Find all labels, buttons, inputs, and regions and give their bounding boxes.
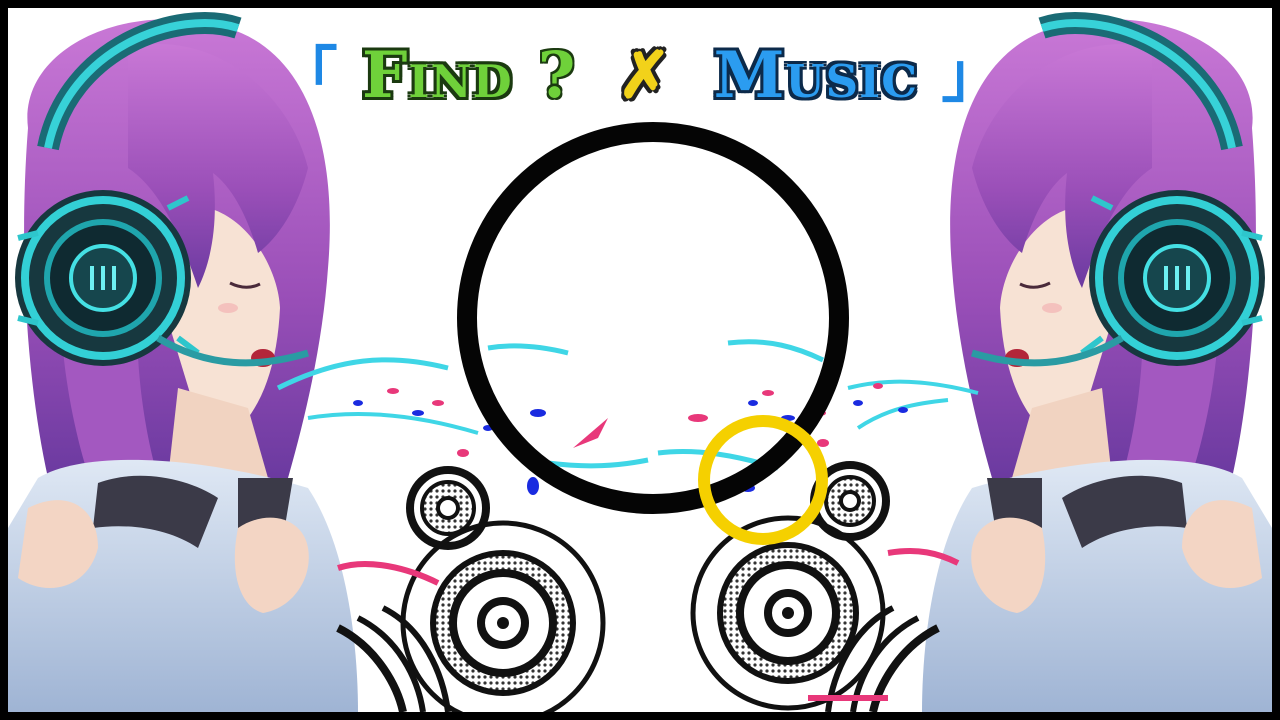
speaker-circles-left: [336, 466, 606, 712]
puzzle-canvas[interactable]: 「 Find ? ✗ Music 」: [8, 8, 1272, 712]
speaker-circles-right: [690, 461, 960, 712]
girl-right: [922, 19, 1272, 712]
image-frame: 「 Find ? ✗ Music 」: [0, 0, 1280, 720]
girl-left: [8, 19, 358, 712]
large-black-ring: [457, 122, 849, 514]
artwork: [8, 8, 1272, 712]
